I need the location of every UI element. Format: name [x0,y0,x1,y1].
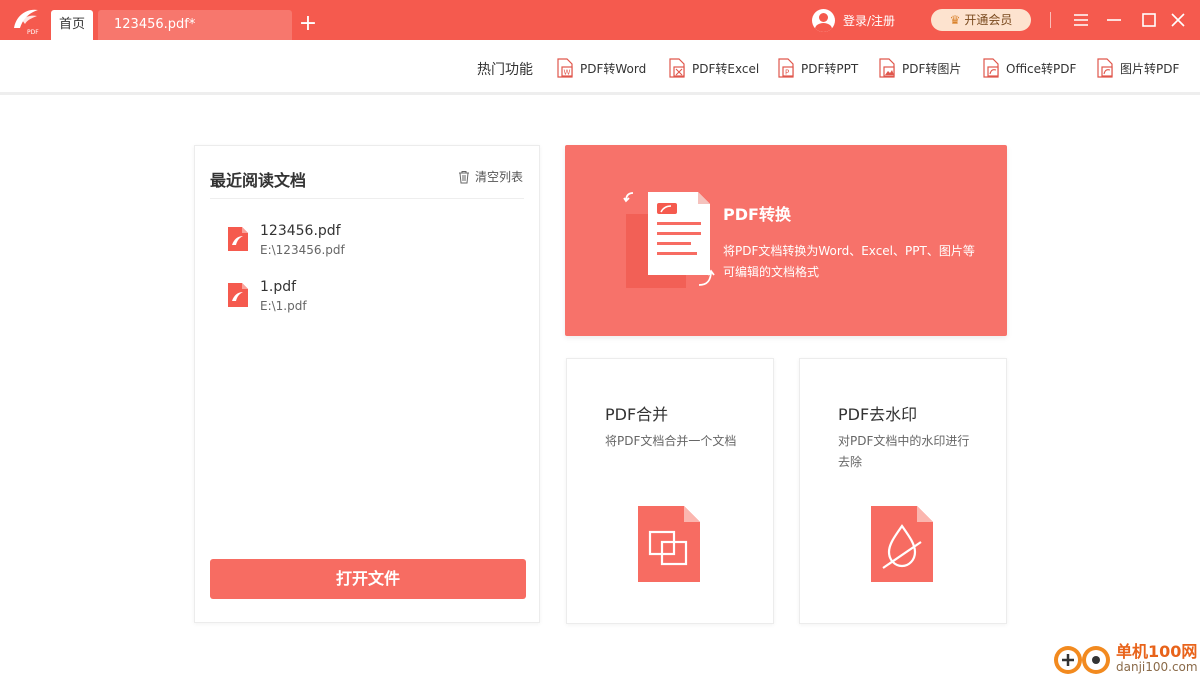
vip-label: 开通会员 [964,13,1013,27]
open-file-button[interactable]: 打开文件 [210,559,526,599]
pdf-merge-icon [638,506,700,582]
pdf-remove-watermark-description: 对PDF文档中的水印进行去除 [838,434,970,469]
svg-text:W: W [564,69,571,77]
feature-toolbar: 热门功能 W PDF转Word PDF转Excel P PDF转PPT PDF转… [0,40,1200,95]
file-path: E:\1.pdf [260,299,307,313]
pdf-to-word-button[interactable]: W PDF转Word [556,57,646,79]
svg-text:PDF: PDF [27,29,39,36]
image-to-pdf-button[interactable]: 图片转PDF [1096,57,1179,79]
file-name: 123456.pdf [260,223,341,239]
site-name: 单机100网 [1116,642,1198,661]
pdf-to-excel-label: PDF转Excel [692,61,760,76]
file-name: 1.pdf [260,279,297,295]
tab-home[interactable]: 首页 [51,10,93,40]
avatar-icon [812,8,835,32]
pdf-merge-description: 将PDF文档合并一个文档 [605,434,737,448]
menu-icon[interactable] [1071,10,1091,30]
recent-documents-panel: 最近阅读文档 清空列表 123456.pdf E:\123456.pdf 1.p… [194,145,540,623]
tab-document[interactable]: 123456.pdf* [98,10,292,40]
pdf-to-excel-button[interactable]: PDF转Excel [668,57,759,79]
watermark-drop-icon [871,506,933,582]
crown-icon: ♛ [949,13,961,27]
svg-text:P: P [785,69,789,77]
pdf-to-image-icon [879,58,895,78]
office-to-pdf-button[interactable]: Office转PDF [982,57,1076,79]
pdf-to-ppt-icon: P [778,58,794,78]
login-label: 登录/注册 [843,13,896,28]
pdf-remove-watermark-title: PDF去水印 [838,405,918,424]
pdf-merge-card[interactable]: PDF合并 将PDF文档合并一个文档 [566,358,774,624]
clear-list-button[interactable]: 清空列表 [457,168,523,185]
login-register-link[interactable]: 登录/注册 [812,8,895,32]
pdf-to-ppt-label: PDF转PPT [801,61,859,76]
pdf-to-image-button[interactable]: PDF转图片 [878,57,961,79]
hot-features-label: 热门功能 [477,62,533,78]
image-to-pdf-label: 图片转PDF [1120,61,1180,76]
pdf-to-image-label: PDF转图片 [902,61,962,76]
pdf-convert-card[interactable]: PDF转换 将PDF文档转换为Word、Excel、PPT、图片等可编辑的文档格… [565,145,1007,336]
recent-file-item[interactable]: 1.pdf E:\1.pdf [228,279,508,319]
minimize-icon[interactable] [1104,10,1124,30]
recent-file-item[interactable]: 123456.pdf E:\123456.pdf [228,223,508,263]
pdf-to-excel-icon [669,58,685,78]
image-to-pdf-icon [1097,58,1113,78]
pdf-convert-icon [623,192,715,288]
site-url: danji100.com [1116,660,1198,674]
divider [210,198,524,199]
title-bar: PDF 首页 123456.pdf* + 登录/注册 ♛ 开通会员 [0,0,1200,40]
office-to-pdf-label: Office转PDF [1006,61,1077,76]
trash-icon [458,170,469,183]
office-to-pdf-icon [983,58,999,78]
pdf-file-icon [228,283,248,307]
pdf-file-icon [228,227,248,251]
pdf-convert-description: 将PDF文档转换为Word、Excel、PPT、图片等可编辑的文档格式 [723,244,975,279]
site-logo-icon [1054,646,1110,674]
pdf-merge-title: PDF合并 [605,405,669,424]
app-logo-icon: PDF [10,6,42,36]
site-watermark: 单机100网 danji100.com [1050,636,1200,680]
pdf-to-ppt-button[interactable]: P PDF转PPT [777,57,858,79]
add-tab-button[interactable]: + [298,12,318,36]
pdf-to-word-label: PDF转Word [580,61,647,76]
titlebar-divider [1050,12,1051,28]
pdf-convert-title: PDF转换 [723,205,791,224]
pdf-remove-watermark-card[interactable]: PDF去水印 对PDF文档中的水印进行去除 [799,358,1007,624]
file-path: E:\123456.pdf [260,243,345,257]
close-icon[interactable] [1168,10,1188,30]
maximize-icon[interactable] [1139,10,1159,30]
clear-list-label: 清空列表 [474,170,523,184]
pdf-to-word-icon: W [557,58,573,78]
recent-documents-title: 最近阅读文档 [210,171,307,190]
vip-button[interactable]: ♛ 开通会员 [931,9,1031,31]
